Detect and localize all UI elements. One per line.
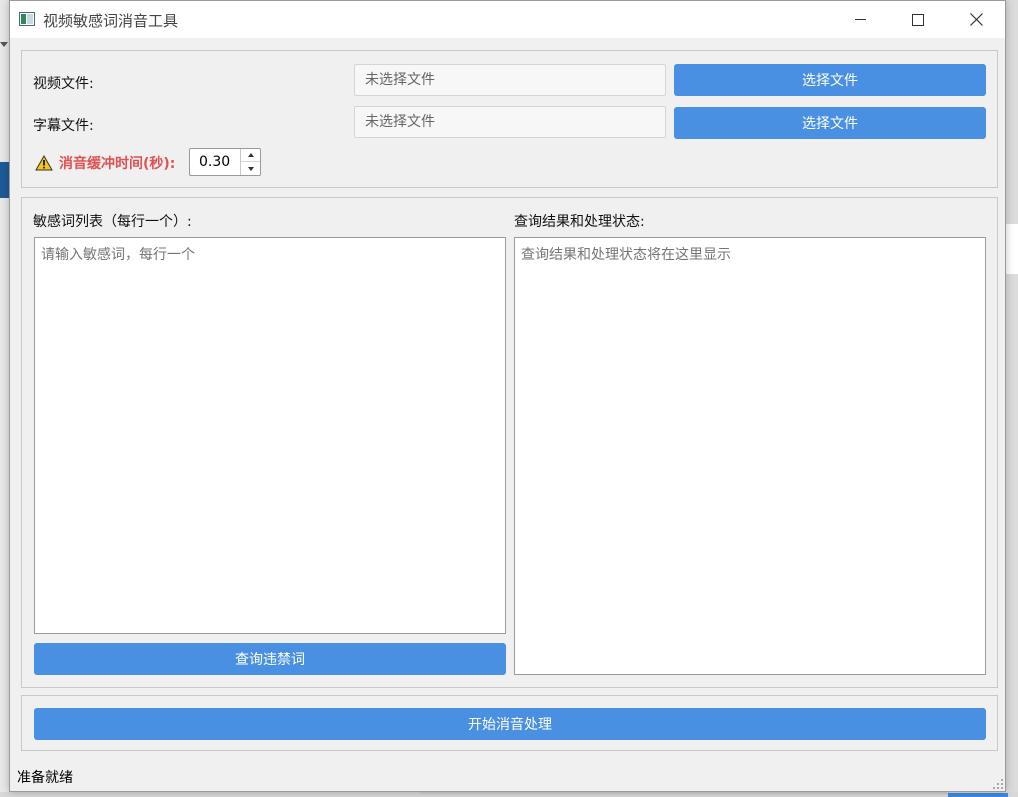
maximize-button[interactable] <box>889 1 947 38</box>
close-button[interactable] <box>947 1 1005 38</box>
resize-grip-icon[interactable] <box>993 779 1003 789</box>
subtitle-file-label: 字幕文件: <box>33 118 94 134</box>
warning-icon <box>35 155 53 171</box>
background-panel <box>1005 224 1018 274</box>
spin-buttons <box>240 149 260 175</box>
words-results-group: 敏感词列表（每行一个）: 查询违禁词 查询结果和处理状态: <box>21 197 998 688</box>
background-app-right <box>1005 0 1018 797</box>
background-blue-bar <box>948 793 1008 797</box>
sensitive-words-input[interactable] <box>34 237 506 634</box>
spin-down-button[interactable] <box>241 162 260 175</box>
select-subtitle-button[interactable]: 选择文件 <box>674 107 986 139</box>
minimize-button[interactable] <box>831 1 889 38</box>
background-blue-block <box>0 162 9 198</box>
buffer-time-label-row: 消音缓冲时间(秒): <box>35 153 175 173</box>
background-app-left <box>0 0 9 797</box>
background-line <box>420 792 950 794</box>
maximize-icon <box>912 13 924 26</box>
app-icon <box>19 12 35 26</box>
subtitle-file-field[interactable]: 未选择文件 <box>354 106 666 138</box>
close-icon <box>969 13 983 26</box>
background-dropdown-icon <box>0 42 8 47</box>
buffer-time-label: 消音缓冲时间(秒): <box>59 156 176 172</box>
results-output[interactable] <box>514 237 986 675</box>
main-window: 视频敏感词消音工具 视频文件: 未选择文件 选择文件 字幕文件: 未选择文件 选… <box>9 0 1006 792</box>
status-text: 准备就绪 <box>17 770 73 786</box>
results-label: 查询结果和处理状态: <box>514 214 645 230</box>
select-video-button[interactable]: 选择文件 <box>674 64 986 96</box>
file-settings-group: 视频文件: 未选择文件 选择文件 字幕文件: 未选择文件 选择文件 消音缓冲时间… <box>21 50 998 188</box>
action-group: 开始消音处理 <box>21 695 998 751</box>
chevron-down-icon <box>247 166 254 171</box>
title-bar[interactable]: 视频敏感词消音工具 <box>10 1 1005 38</box>
start-processing-button[interactable]: 开始消音处理 <box>34 708 986 740</box>
window-title: 视频敏感词消音工具 <box>43 12 179 30</box>
sensitive-words-label: 敏感词列表（每行一个）: <box>33 214 192 230</box>
buffer-time-value[interactable]: 0.30 <box>199 154 230 170</box>
query-words-button[interactable]: 查询违禁词 <box>34 643 506 675</box>
minimize-icon <box>854 19 866 20</box>
video-file-field[interactable]: 未选择文件 <box>354 64 666 96</box>
video-file-label: 视频文件: <box>33 76 94 92</box>
background-app-bottom <box>0 792 1018 797</box>
buffer-time-spinbox[interactable]: 0.30 <box>189 148 261 176</box>
spin-up-button[interactable] <box>241 149 260 162</box>
chevron-up-icon <box>247 153 254 157</box>
